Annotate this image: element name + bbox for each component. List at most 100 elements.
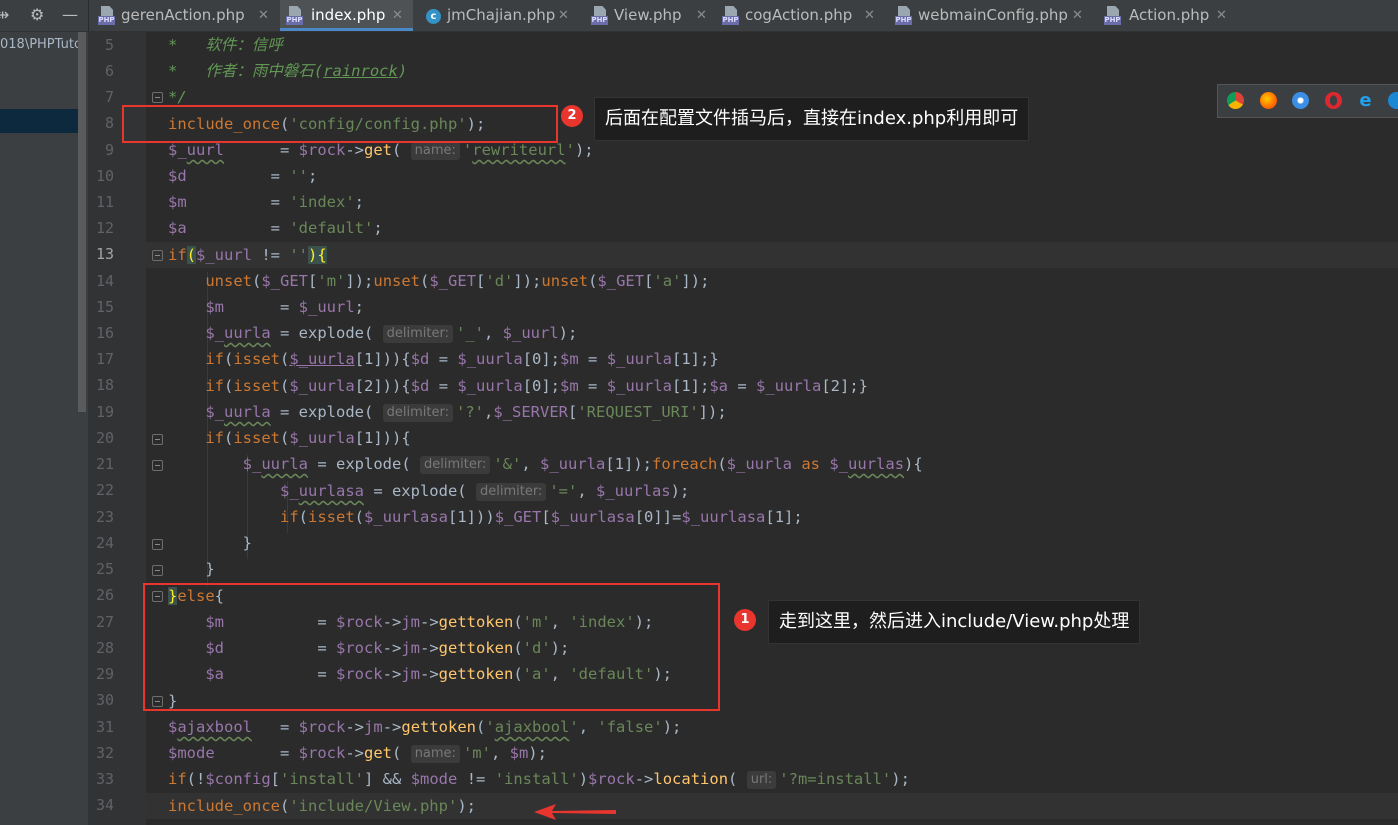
tab-action[interactable]: PHP Action.php ✕ — [1098, 0, 1233, 31]
minimize-icon[interactable]: — — [62, 5, 78, 24]
collapse-icon[interactable]: ⇹ — [0, 5, 9, 24]
line-number: 19 — [95, 403, 114, 421]
line-number: 7 — [104, 88, 114, 106]
php-file-icon: PHP — [895, 6, 912, 26]
project-path: 018\PHPTuto — [0, 37, 82, 52]
fold-marker-icon[interactable] — [152, 434, 163, 445]
code-line-25[interactable]: } — [168, 556, 214, 582]
php-file-icon: PHP — [591, 6, 608, 26]
code-line-23[interactable]: if(isset($_uurlasa[1]))$_GET[$_uurlasa[0… — [168, 504, 803, 530]
line-number: 18 — [95, 376, 114, 394]
close-icon[interactable]: ✕ — [258, 0, 269, 31]
code-line-11[interactable]: $m = 'index'; — [168, 189, 364, 215]
param-hint: name: — [410, 142, 460, 160]
code-line-6[interactable]: * 作者：雨中磐石(rainrock) — [168, 58, 407, 84]
line-number: 28 — [95, 639, 114, 657]
php-file-icon: PHP — [286, 6, 303, 26]
comment-software: * 软件：信呼 — [168, 36, 283, 54]
annotation-arrow-icon — [534, 804, 616, 820]
tab-view[interactable]: PHP View.php ✕ — [585, 0, 715, 31]
code-line-21[interactable]: $_uurla = explode( delimiter: '&', $_uurl… — [168, 451, 923, 477]
code-line-15[interactable]: $m = $_uurl; — [168, 294, 364, 320]
code-line-33[interactable]: if(!$config['install'] && $mode != 'inst… — [168, 766, 910, 792]
tab-label: index.php — [311, 6, 386, 24]
code-line-17[interactable]: if(isset($_uurla[1])){$d = $_uurla[0];$m… — [168, 346, 718, 372]
close-icon[interactable]: ✕ — [864, 0, 875, 31]
line-number: 20 — [95, 429, 114, 447]
tab-webmainconfig[interactable]: PHP webmainConfig.php ✕ — [889, 0, 1094, 31]
code-line-12[interactable]: $a = 'default'; — [168, 215, 383, 241]
close-icon[interactable]: ✕ — [558, 0, 569, 31]
fold-marker-icon[interactable] — [152, 565, 163, 576]
close-icon[interactable]: ✕ — [1216, 0, 1227, 31]
line-number: 15 — [95, 298, 114, 316]
code-line-13[interactable]: if($_uurl != ''){ — [168, 242, 327, 268]
line-number: 33 — [95, 770, 114, 788]
tab-label: gerenAction.php — [121, 6, 245, 24]
project-selected-row[interactable] — [0, 109, 78, 133]
tab-jmchajian[interactable]: c jmChajian.php ✕ — [418, 0, 578, 31]
code-line-31[interactable]: $ajaxbool = $rock->jm->gettoken('ajaxboo… — [168, 714, 681, 740]
project-scrollbar[interactable] — [78, 32, 86, 412]
gear-icon[interactable]: ⚙ — [30, 5, 44, 24]
edge-icon[interactable] — [1388, 92, 1398, 109]
fold-marker-icon[interactable] — [152, 460, 163, 471]
safari-icon[interactable] — [1292, 92, 1309, 109]
param-hint: delimiter: — [382, 325, 453, 343]
close-icon[interactable]: ✕ — [696, 0, 707, 31]
php-file-icon: PHP — [722, 6, 739, 26]
code-line-16[interactable]: $_uurla = explode( delimiter: '_', $_uurl… — [168, 320, 577, 346]
code-line-24[interactable]: } — [168, 530, 252, 556]
php-class-icon: c — [424, 6, 441, 26]
chrome-icon[interactable] — [1227, 92, 1244, 109]
tab-gerenaction[interactable]: PHP gerenAction.php ✕ — [92, 0, 278, 31]
line-number: 14 — [95, 272, 114, 290]
fold-marker-icon[interactable] — [152, 92, 163, 103]
highlight-box-include-config — [122, 105, 558, 143]
fold-marker-icon[interactable] — [152, 250, 163, 261]
project-panel: 018\PHPTuto — [0, 32, 88, 825]
code-line-34[interactable]: include_once('include/View.php'); — [168, 793, 476, 819]
code-line-14[interactable]: unset($_GET['m']);unset($_GET['d']);unse… — [168, 268, 709, 294]
code-line-10[interactable]: $d = ''; — [168, 163, 317, 189]
highlight-box-else-block — [143, 583, 720, 711]
code-line-20[interactable]: if(isset($_uurla[1])){ — [168, 425, 410, 451]
line-number: 10 — [95, 167, 114, 185]
tab-cogaction[interactable]: PHP cogAction.php ✕ — [716, 0, 882, 31]
annotation-callout-2: 后面在配置文件插马后，直接在index.php利用即可 — [594, 97, 1030, 141]
line-number: 27 — [95, 613, 114, 631]
comment-end: */ — [168, 88, 187, 106]
php-file-icon: PHP — [98, 6, 115, 26]
line-number: 32 — [95, 744, 114, 762]
param-hint: url: — [746, 771, 777, 789]
line-number: 26 — [95, 586, 114, 604]
tab-index[interactable]: PHP index.php ✕ — [280, 0, 413, 31]
code-line-32[interactable]: $mode = $rock->get( name:'m', $m); — [168, 740, 547, 766]
line-number: 6 — [104, 62, 114, 80]
line-number: 31 — [95, 718, 114, 736]
code-line-22[interactable]: $_uurlasa = explode( delimiter: '=', $_uu… — [168, 478, 689, 504]
annotation-badge-2: 2 — [561, 105, 583, 127]
line-number: 12 — [95, 219, 114, 237]
code-line-5[interactable]: * 软件：信呼 — [168, 32, 283, 58]
param-hint: name: — [410, 745, 460, 763]
close-icon[interactable]: ✕ — [1072, 0, 1083, 31]
tab-label: jmChajian.php — [447, 6, 556, 24]
tab-label: Action.php — [1129, 6, 1210, 24]
ie-icon[interactable]: e — [1357, 92, 1374, 110]
current-line-highlight — [146, 242, 1398, 268]
annotation-badge-1: 1 — [734, 609, 756, 631]
fold-marker-icon[interactable] — [152, 539, 163, 550]
line-number: 29 — [95, 665, 114, 683]
browser-preview-bar: e — [1217, 84, 1398, 118]
line-number: 30 — [95, 691, 114, 709]
code-line-19[interactable]: $_uurla = explode( delimiter: '?',$_SERVE… — [168, 399, 727, 425]
opera-icon[interactable] — [1325, 92, 1342, 109]
firefox-icon[interactable] — [1260, 92, 1277, 109]
tab-label: View.php — [614, 6, 682, 24]
line-number: 25 — [95, 560, 114, 578]
close-icon[interactable]: ✕ — [392, 0, 403, 31]
line-number: 21 — [95, 455, 114, 473]
comment-author: * 作者：雨中磐石( — [168, 62, 324, 80]
code-line-18[interactable]: if(isset($_uurla[2])){$d = $_uurla[0];$m… — [168, 373, 868, 399]
